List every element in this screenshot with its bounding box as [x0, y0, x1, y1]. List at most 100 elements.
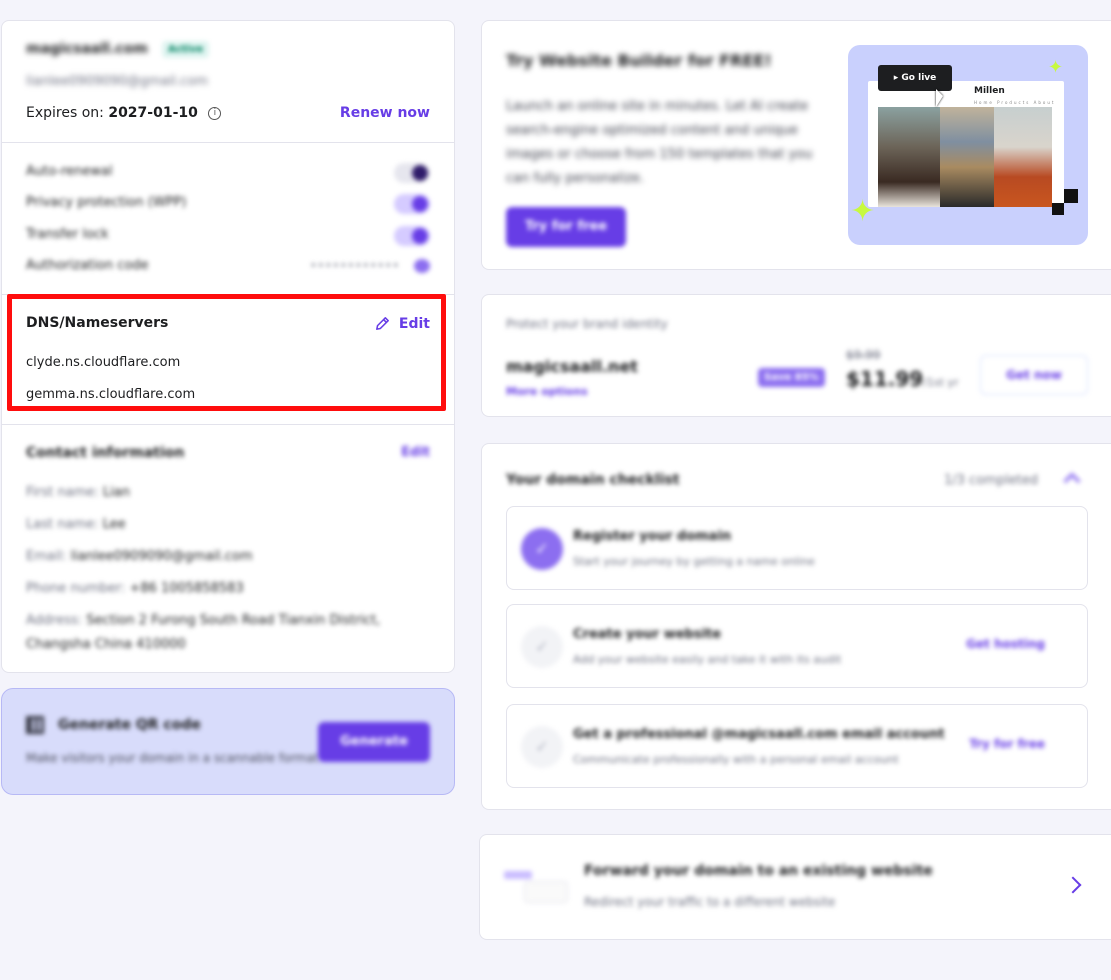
contact-first-name: First name: Lian — [26, 485, 130, 500]
phone-value: +86 1005858583 — [129, 581, 244, 596]
contact-address-line-2: Changsha China 410000 — [26, 637, 186, 652]
domain-settings-section: Auto-renewal Privacy protection (WPP) Tr… — [2, 143, 454, 295]
contact-phone: Phone number: +86 1005858583 — [26, 581, 244, 596]
nameserver-1: clyde.ns.cloudflare.com — [26, 355, 181, 370]
check-icon: ✓ — [521, 626, 563, 668]
status-badge: Active — [162, 41, 210, 58]
site-preview-frame: Millen Home Products About — [868, 81, 1064, 207]
expiry-info: Expires on: 2027-01-10 i — [26, 105, 222, 121]
checklist-item-title: Create your website — [573, 627, 722, 642]
setting-label: Auto-renewal — [26, 164, 113, 179]
forward-subtitle: Redirect your traffic to a different web… — [584, 895, 836, 909]
expires-label: Expires on: — [26, 105, 104, 121]
builder-title: Try Website Builder for FREE! — [506, 51, 772, 70]
domain-header-section: magicsaall.com Active lianlee0909090@gma… — [2, 21, 454, 143]
decor-square — [1052, 203, 1064, 215]
last-name-value: Lee — [102, 517, 126, 532]
renew-now-link[interactable]: Renew now — [340, 105, 430, 121]
auto-renewal-toggle[interactable] — [394, 163, 430, 183]
checklist-item-title: Get a professional @magicsaall.com email… — [573, 727, 945, 742]
qr-code-icon — [26, 716, 44, 734]
preview-photo — [994, 107, 1052, 207]
pencil-icon — [375, 317, 389, 330]
email-label: Email: — [26, 549, 67, 564]
nameserver-2: gemma.ns.cloudflare.com — [26, 387, 196, 402]
checklist-item: ✓ Create your website Add your website e… — [506, 604, 1088, 688]
preview-brand: Millen — [974, 86, 1005, 96]
website-builder-promo-card: Try Website Builder for FREE! Launch an … — [481, 20, 1111, 270]
domain-overview-card: magicsaall.com Active lianlee0909090@gma… — [1, 20, 455, 673]
first-name-label: First name: — [26, 485, 99, 500]
contact-section: Contact information Edit First name: Lia… — [2, 425, 454, 672]
info-icon[interactable]: i — [208, 106, 222, 120]
contact-email: Email: lianlee0909090@gmail.com — [26, 549, 253, 564]
checklist-item-title: Register your domain — [573, 529, 732, 544]
price-value: $11.99 — [846, 367, 924, 391]
discount-badge: Save 85% — [758, 368, 825, 387]
more-options-link[interactable]: More options — [506, 385, 588, 398]
address-label: Address: — [26, 613, 83, 628]
checklist-title: Your domain checklist — [506, 472, 680, 488]
forward-domain-card[interactable]: Forward your domain to an existing websi… — [479, 834, 1111, 940]
transfer-lock-toggle[interactable] — [394, 226, 430, 246]
go-live-label: Go live — [901, 73, 937, 83]
setting-label: Transfer lock — [26, 227, 109, 242]
qr-subtitle: Make visitors your domain in a scannable… — [26, 751, 319, 765]
domain-checklist-card: Your domain checklist 1/3 completed ✓ Re… — [481, 443, 1111, 810]
preview-photo — [878, 107, 940, 207]
sparkle-icon: ✦ — [850, 194, 876, 229]
privacy-protection-toggle[interactable] — [394, 194, 430, 214]
try-builder-button[interactable]: Try for free — [506, 207, 626, 247]
address-line-1: Section 2 Furong South Road Tianxin Dist… — [86, 613, 381, 628]
checklist-item: ✓ Get a professional @magicsaall.com ema… — [506, 704, 1088, 788]
setting-label: Authorization code — [26, 258, 149, 273]
checklist-item-subtitle: Communicate professionally with a person… — [573, 753, 899, 766]
check-icon: ✓ — [521, 726, 563, 768]
try-email-link[interactable]: Try for free — [969, 737, 1045, 751]
setting-auto-renewal: Auto-renewal — [26, 163, 430, 183]
dns-edit-label: Edit — [398, 315, 430, 332]
get-hosting-link[interactable]: Get hosting — [966, 637, 1045, 651]
contact-last-name: Last name: Lee — [26, 517, 126, 532]
preview-nav: Home Products About — [974, 100, 1056, 105]
email-value: lianlee0909090@gmail.com — [70, 549, 253, 564]
forward-illustration — [504, 865, 574, 909]
setting-transfer-lock: Transfer lock — [26, 226, 430, 246]
domain-upsell-card: Protect your brand identity magicsaall.n… — [481, 294, 1111, 417]
checklist-item-subtitle: Add your website easily and take it with… — [573, 653, 842, 666]
old-price: $9.99 — [846, 348, 881, 362]
go-live-badge: ▸ Go live — [878, 65, 952, 91]
forward-title: Forward your domain to an existing websi… — [584, 863, 933, 879]
check-icon: ✓ — [521, 528, 563, 570]
dns-section: DNS/Nameservers Edit clyde.ns.cloudflare… — [2, 295, 454, 425]
dns-edit-button[interactable]: Edit — [374, 315, 430, 332]
expires-date: 2027-01-10 — [108, 105, 198, 121]
dns-title: DNS/Nameservers — [26, 315, 169, 331]
owner-email: lianlee0909090@gmail.com — [26, 74, 208, 89]
auth-code-value: •••••••••••• — [310, 259, 400, 272]
setting-privacy-protection: Privacy protection (WPP) — [26, 194, 430, 214]
setting-label: Privacy protection (WPP) — [26, 195, 187, 210]
upsell-caption: Protect your brand identity — [506, 317, 668, 331]
chevron-right-icon[interactable] — [1064, 876, 1082, 894]
decor-square — [1064, 189, 1078, 203]
contact-edit-button[interactable]: Edit — [401, 445, 430, 460]
qr-title: Generate QR code — [58, 717, 201, 733]
contact-title: Contact information — [26, 445, 185, 461]
price-period: /1st yr — [923, 376, 959, 389]
phone-label: Phone number: — [26, 581, 126, 596]
checklist-progress: 1/3 completed — [944, 473, 1039, 488]
bolt-icon: ▸ — [893, 73, 899, 83]
checklist-item-subtitle: Start your journey by getting a name onl… — [573, 555, 815, 568]
builder-illustration: Millen Home Products About ▸ Go live ✦ ✦ — [848, 45, 1088, 245]
contact-address: Address: Section 2 Furong South Road Tia… — [26, 613, 380, 628]
setting-authorization-code: Authorization code •••••••••••• — [26, 257, 430, 277]
chevron-up-icon[interactable] — [1063, 472, 1081, 490]
last-name-label: Last name: — [26, 517, 99, 532]
get-domain-button[interactable]: Get now — [980, 355, 1088, 395]
domain-name: magicsaall.com — [26, 41, 148, 57]
generate-qr-button[interactable]: Generate — [318, 722, 430, 762]
show-code-icon[interactable] — [414, 259, 430, 273]
preview-photo — [940, 107, 994, 207]
qr-code-card: Generate QR code Make visitors your doma… — [1, 688, 455, 795]
